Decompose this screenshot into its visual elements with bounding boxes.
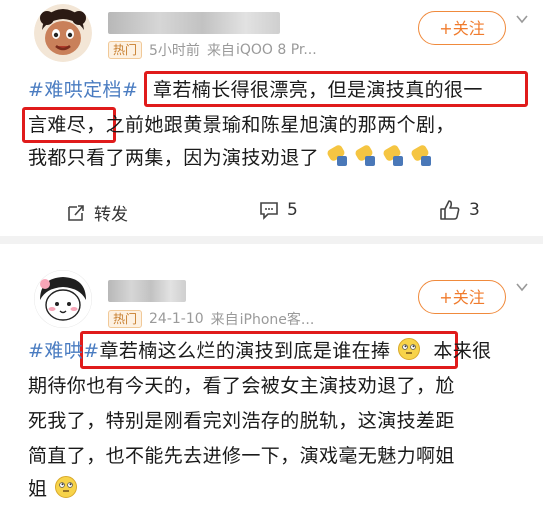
highlighted-text: 言难尽， xyxy=(28,114,106,136)
avatar[interactable] xyxy=(34,4,92,62)
post-source[interactable]: iPhone客... xyxy=(240,309,315,329)
post-source[interactable]: iQOO 8 Pr... xyxy=(236,42,317,58)
thumbs-down-emoji-row xyxy=(325,145,437,169)
post-text-line: 我都只看了两集，因为演技劝退了 xyxy=(28,141,437,175)
post-text-line: #难哄#章若楠这么烂的演技到底是谁在捧 本来很 xyxy=(28,334,492,368)
post-text-line: 简直了，也不能先去进修一下，演戏毫无魅力啊姐 xyxy=(28,445,455,467)
highlighted-text: 章若楠这么烂的演技到底是谁在捧 xyxy=(99,340,391,362)
chevron-down-icon[interactable] xyxy=(515,280,529,294)
post-meta: 热门 24-1-10 来自 iPhone客... xyxy=(108,309,314,329)
follow-button[interactable]: +关注 xyxy=(418,11,506,45)
username-blurred[interactable] xyxy=(108,12,280,34)
post-text-line: 死我了，特别是刚看完刘浩存的脱轨，这演技差距 xyxy=(28,410,455,432)
hot-tag: 热门 xyxy=(108,41,143,59)
speechless-face-icon xyxy=(397,338,420,360)
post-text: 之前她跟黄景瑜和陈星旭演的那两个剧， xyxy=(105,114,455,136)
repost-icon xyxy=(68,204,84,221)
post-text-line: 姐 xyxy=(28,472,78,506)
post-text: 我都只看了两集，因为演技劝退了 xyxy=(28,147,320,169)
post-text: 姐 xyxy=(28,478,48,500)
speechless-face-icon xyxy=(54,476,77,498)
comment-icon xyxy=(260,202,278,220)
speechless-emoji xyxy=(390,338,427,362)
comment-button[interactable]: 5 xyxy=(259,200,298,220)
post-text: 本来很 xyxy=(433,340,492,362)
username-blurred[interactable] xyxy=(108,280,186,302)
post-time: 24-1-10 xyxy=(149,311,204,327)
comment-count: 5 xyxy=(287,200,298,220)
chevron-down-icon[interactable] xyxy=(515,12,529,26)
like-count: 3 xyxy=(469,200,480,220)
post-text-line: 言难尽，之前她跟黄景瑜和陈星旭演的那两个剧， xyxy=(28,108,455,142)
thumbs-down-icon xyxy=(328,145,432,166)
post-text-line: 期待你也有今天的，看了会被女主演技劝退了，尬 xyxy=(28,375,455,397)
post-text-line: 章若楠长得很漂亮，但是演技真的很一 xyxy=(153,79,483,101)
from-label: 来自 xyxy=(210,312,239,328)
post-time: 5小时前 xyxy=(149,43,200,59)
like-button[interactable]: 3 xyxy=(439,199,480,221)
hashtag-link[interactable]: #难哄# xyxy=(28,340,99,362)
avatar[interactable] xyxy=(34,270,92,328)
post-divider xyxy=(0,236,543,244)
post-meta: 热门 5小时前 来自 iQOO 8 Pr... xyxy=(108,40,317,60)
thumbs-up-icon xyxy=(440,200,460,220)
from-label: 来自 xyxy=(206,43,235,59)
post-text-line: #难哄定档# xyxy=(28,73,138,107)
repost-button[interactable]: 转发 xyxy=(66,200,128,225)
hot-tag: 热门 xyxy=(108,310,143,328)
repost-label: 转发 xyxy=(94,205,128,225)
hashtag-link[interactable]: #难哄定档# xyxy=(28,79,138,101)
follow-button[interactable]: +关注 xyxy=(418,280,506,314)
